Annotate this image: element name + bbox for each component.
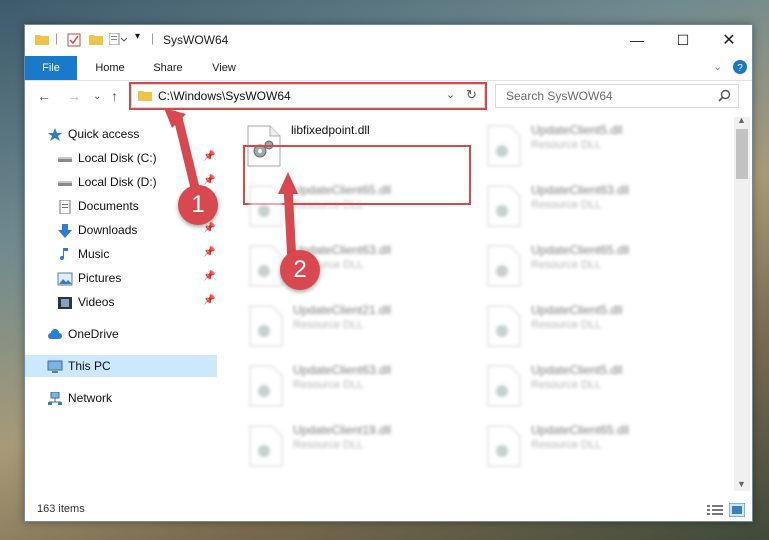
step-2-badge: 2 [280,250,320,290]
arrowhead [278,172,298,194]
step-1-badge: 1 [178,185,218,225]
annotation-layer [164,108,298,267]
